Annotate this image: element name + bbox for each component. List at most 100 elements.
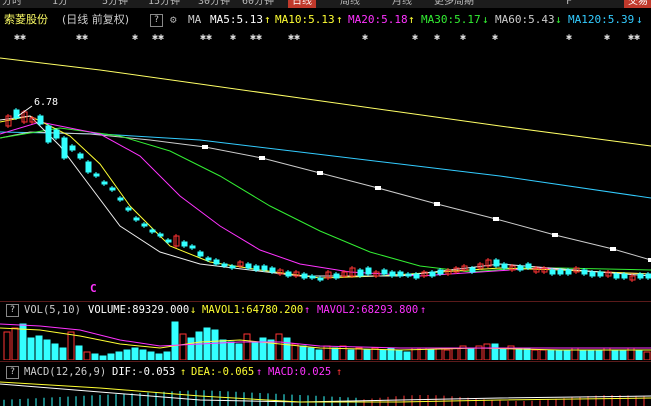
volume-pane-header: ? VOL(5,10) VOLUME:89329.000 ↓ MAVOL1:64… xyxy=(0,303,651,317)
mavol1-value: MAVOL1:64780.200 xyxy=(202,304,304,316)
candle-body xyxy=(165,239,172,243)
tab-10[interactable]: F xyxy=(566,0,572,8)
ma120-arrow-down-icon: ↓ xyxy=(636,13,643,26)
volume-bar xyxy=(611,349,619,360)
ma20-arrow-up-icon: ↑ xyxy=(408,13,415,26)
ma60-marker xyxy=(552,233,558,237)
volume-bar xyxy=(499,347,507,360)
candle-body xyxy=(157,233,164,237)
candle-body xyxy=(581,269,588,275)
volume-bar xyxy=(67,331,75,360)
tab-11[interactable]: 交易 xyxy=(624,0,651,8)
period-tab-bar: 分时 1分 5分钟 15分钟 30分钟 60分钟 日线 周线 月线 更多周期 F 交易 xyxy=(0,0,651,8)
tab-5[interactable]: 60分钟 xyxy=(242,0,274,8)
volume-bar xyxy=(595,349,603,360)
volume-bar xyxy=(643,351,651,360)
candle-body xyxy=(381,269,388,275)
candle-body xyxy=(549,269,556,275)
volume-bar xyxy=(163,351,171,360)
volume-bar xyxy=(59,347,67,360)
tab-4[interactable]: 30分钟 xyxy=(198,0,230,8)
volume-bar xyxy=(467,347,475,360)
signal-star-marker: ✱ xyxy=(132,32,139,43)
candle-body xyxy=(301,273,308,279)
mavol1-line xyxy=(0,327,651,351)
volume-bar xyxy=(315,349,323,360)
volume-bar xyxy=(147,351,155,360)
tab-2[interactable]: 5分钟 xyxy=(102,0,128,8)
candle-body xyxy=(589,271,596,277)
volume-bar xyxy=(395,349,403,360)
volume-bar xyxy=(635,349,643,360)
candle-body xyxy=(333,273,340,279)
macd-indicator-label[interactable]: MACD(12,26,9) xyxy=(24,365,106,379)
candle-body xyxy=(357,269,364,277)
mavol2-arrow-up-icon: ↑ xyxy=(420,304,427,316)
volume-bar xyxy=(619,349,627,360)
tab-8[interactable]: 月线 xyxy=(392,0,412,8)
candle-body xyxy=(261,265,268,271)
candle-body xyxy=(229,265,236,269)
ma60-marker xyxy=(375,186,381,190)
candle-body xyxy=(309,275,316,279)
tab-1[interactable]: 1分 xyxy=(52,0,68,8)
candle-body xyxy=(429,271,436,277)
ma30-value: MA30:5.17 xyxy=(421,13,481,26)
candle-body xyxy=(501,263,508,269)
candle-body xyxy=(517,265,524,271)
ma60-marker xyxy=(434,202,440,206)
signal-star-marker: ✱✱ xyxy=(288,32,301,43)
volume-bar xyxy=(587,349,595,360)
tab-7[interactable]: 周线 xyxy=(340,0,360,8)
ma60-marker xyxy=(610,247,616,251)
volume-bar xyxy=(523,347,531,360)
volume-bar xyxy=(307,347,315,360)
candle-body xyxy=(397,271,404,277)
candle-body xyxy=(13,109,20,119)
volume-bar xyxy=(107,353,115,360)
ma120-value: MA120:5.39 xyxy=(568,13,635,26)
volume-help-icon[interactable]: ? xyxy=(6,304,19,317)
volume-bar xyxy=(187,337,195,360)
volume-bar xyxy=(531,349,539,360)
volume-bar xyxy=(379,349,387,360)
tab-9[interactable]: 更多周期 xyxy=(434,0,474,8)
candlestick-chart[interactable] xyxy=(0,46,651,301)
ma20-value: MA20:5.18 xyxy=(348,13,408,26)
volume-bar xyxy=(355,347,363,360)
candle-body xyxy=(317,277,324,281)
candle-body xyxy=(61,137,68,159)
volume-indicator-label[interactable]: VOL(5,10) xyxy=(24,303,81,317)
candle-body xyxy=(469,267,476,273)
pane-divider xyxy=(0,301,651,302)
volume-bar xyxy=(91,353,99,360)
tab-0[interactable]: 分时 xyxy=(2,0,22,8)
volume-bar xyxy=(363,349,371,360)
candle-body xyxy=(93,173,100,177)
volume-bar xyxy=(115,351,123,360)
volume-bar xyxy=(259,337,267,360)
macd-help-icon[interactable]: ? xyxy=(6,366,19,379)
ma60-marker xyxy=(202,145,208,149)
volume-bar xyxy=(275,333,283,360)
volume-bar xyxy=(27,337,35,360)
ma60-marker xyxy=(259,156,265,160)
volume-bar xyxy=(235,343,243,360)
tab-3[interactable]: 15分钟 xyxy=(148,0,180,8)
ma20-line xyxy=(0,121,651,277)
macd-chart[interactable] xyxy=(0,380,651,406)
help-icon[interactable]: ? xyxy=(150,14,163,27)
tab-6[interactable]: 日线 xyxy=(288,0,316,8)
volume-bar xyxy=(211,329,219,360)
volume-chart[interactable] xyxy=(0,318,651,360)
candle-body xyxy=(637,273,644,279)
gear-icon[interactable]: ⚙ xyxy=(170,9,177,31)
volume-bar xyxy=(155,353,163,360)
candle-body xyxy=(245,263,252,269)
signal-star-marker: ✱ xyxy=(434,32,441,43)
dea-arrow-up-icon: ↑ xyxy=(256,366,263,378)
signal-star-marker: ✱✱ xyxy=(250,32,263,43)
candle-body xyxy=(45,125,52,143)
ma10-value: MA10:5.13 xyxy=(275,13,335,26)
volume-bar xyxy=(539,349,547,360)
